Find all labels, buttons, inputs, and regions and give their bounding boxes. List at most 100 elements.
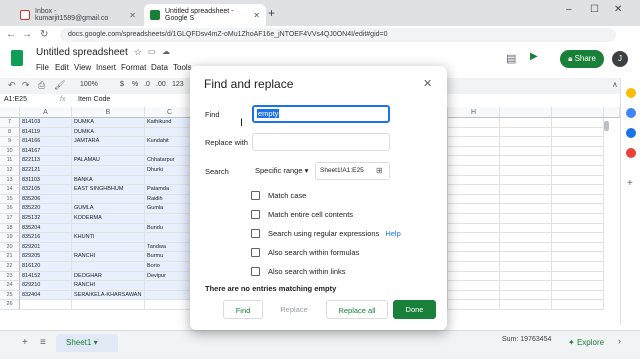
grid-cell[interactable] (72, 300, 145, 310)
row-header[interactable]: 26 (0, 300, 20, 310)
checkbox[interactable] (251, 191, 260, 200)
url-input[interactable]: docs.google.com/spreadsheets/d/1GLQFDsv4… (60, 28, 616, 42)
checkbox[interactable] (251, 248, 260, 257)
more-formats-select[interactable]: 123 (172, 81, 184, 88)
grid-cell[interactable]: EAST SINGHBHUM (72, 185, 145, 195)
search-formulas-option[interactable]: Also search within formulas (251, 248, 359, 257)
grid-cell[interactable]: Borio (145, 262, 195, 272)
maximize-icon[interactable]: ☐ (590, 4, 599, 15)
grid-cell[interactable] (72, 262, 145, 272)
tasks-icon[interactable] (626, 108, 636, 118)
match-entire-cell-option[interactable]: Match entire cell contents (251, 210, 353, 219)
grid-cell[interactable] (552, 281, 604, 291)
row-header[interactable]: 7 (0, 118, 20, 128)
grid-cell[interactable] (500, 214, 552, 224)
row-header[interactable]: 8 (0, 127, 20, 138)
grid-cell[interactable] (145, 233, 195, 243)
row-header[interactable]: 19 (0, 233, 20, 243)
grid-cell[interactable]: RANCHI (72, 281, 145, 291)
forward-icon[interactable]: → (22, 29, 32, 40)
percent-format-icon[interactable]: % (132, 81, 138, 88)
sum-indicator[interactable]: Sum: 19763454 (502, 336, 551, 343)
grid-cell[interactable] (145, 290, 195, 301)
match-case-option[interactable]: Match case (251, 191, 306, 200)
grid-cell[interactable] (145, 127, 195, 138)
grid-cell[interactable] (500, 300, 552, 310)
grid-cell[interactable] (552, 271, 604, 282)
share-button[interactable]: 🔒︎ Share (560, 50, 604, 68)
close-icon[interactable]: ✕ (129, 11, 136, 20)
grid-cell[interactable]: RANCHI (72, 252, 145, 262)
formula-input[interactable]: Item Code (78, 96, 110, 103)
grid-cell[interactable] (552, 146, 604, 157)
minimize-icon[interactable]: – (566, 4, 572, 15)
row-header[interactable]: 24 (0, 281, 20, 291)
row-header[interactable]: 21 (0, 252, 20, 262)
grid-cell[interactable]: 825132 (20, 214, 72, 224)
grid-cell[interactable] (500, 146, 552, 157)
range-input[interactable]: Sheet1!A1:E25 ⊞ (315, 162, 390, 180)
grid-cell[interactable] (448, 242, 500, 253)
grid-cell[interactable]: Bundu (145, 223, 195, 234)
grid-cell[interactable] (20, 300, 72, 310)
grid-cell[interactable] (145, 175, 195, 186)
grid-cell[interactable]: 832105 (20, 185, 72, 195)
checkbox[interactable] (251, 210, 260, 219)
grid-cell[interactable]: 814103 (20, 118, 72, 128)
grid-cell[interactable]: 816120 (20, 262, 72, 272)
grid-cell[interactable]: 814152 (20, 271, 72, 282)
comments-icon[interactable]: ▤ (506, 52, 516, 65)
checkbox[interactable] (251, 229, 260, 238)
grid-cell[interactable] (448, 185, 500, 195)
grid-cell[interactable] (552, 242, 604, 253)
grid-cell[interactable] (552, 233, 604, 243)
grid-cell[interactable]: Patamda (145, 185, 195, 195)
grid-cell[interactable]: DEOGHAR (72, 271, 145, 282)
grid-cell[interactable] (500, 242, 552, 253)
grid-cell[interactable] (500, 137, 552, 147)
help-link[interactable]: Help (385, 229, 400, 238)
grid-cell[interactable]: JAMTARA (72, 137, 145, 147)
grid-cell[interactable] (500, 262, 552, 272)
grid-cell[interactable] (500, 281, 552, 291)
grid-cell[interactable]: 822121 (20, 166, 72, 176)
row-header[interactable]: 25 (0, 290, 20, 301)
checkbox[interactable] (251, 267, 260, 276)
grid-cell[interactable]: 814167 (20, 146, 72, 157)
menu-format[interactable]: Format (121, 63, 146, 72)
grid-cell[interactable] (72, 194, 145, 205)
column-header-j[interactable] (552, 107, 604, 118)
vertical-scrollbar[interactable] (604, 121, 609, 131)
grid-cell[interactable] (448, 252, 500, 262)
grid-cell[interactable] (448, 300, 500, 310)
grid-cell[interactable] (448, 290, 500, 301)
column-header-k[interactable] (604, 107, 620, 118)
grid-cell[interactable]: Raidih (145, 194, 195, 205)
grid-cell[interactable] (448, 262, 500, 272)
grid-cell[interactable]: 835206 (20, 194, 72, 205)
search-links-option[interactable]: Also search within links (251, 267, 346, 276)
row-header[interactable]: 11 (0, 156, 20, 166)
grid-cell[interactable]: 835216 (20, 233, 72, 243)
redo-icon[interactable]: ↷ (22, 80, 30, 91)
grid-cell[interactable] (552, 290, 604, 301)
grid-cell[interactable] (552, 214, 604, 224)
grid-cell[interactable] (72, 166, 145, 176)
zoom-select[interactable]: 100% (80, 81, 98, 88)
tab-gmail[interactable]: Inbox - kumarjit1589@gmail.co ✕ (14, 4, 142, 26)
grid-cell[interactable] (500, 166, 552, 176)
grid-cell[interactable]: Tandwa (145, 242, 195, 253)
grid-cell[interactable] (448, 271, 500, 282)
grid-cell[interactable] (145, 146, 195, 157)
grid-cell[interactable] (500, 233, 552, 243)
replace-all-button[interactable]: Replace all (326, 300, 388, 319)
row-header[interactable]: 17 (0, 214, 20, 224)
window-close-icon[interactable]: ✕ (614, 4, 622, 15)
menu-view[interactable]: View (74, 63, 91, 72)
grid-cell[interactable] (552, 262, 604, 272)
grid-cell[interactable] (448, 156, 500, 166)
grid-cell[interactable] (448, 281, 500, 291)
search-scope-select[interactable]: Specific range ▾ (252, 162, 311, 180)
grid-cell[interactable] (552, 204, 604, 214)
replace-input[interactable] (252, 133, 390, 151)
